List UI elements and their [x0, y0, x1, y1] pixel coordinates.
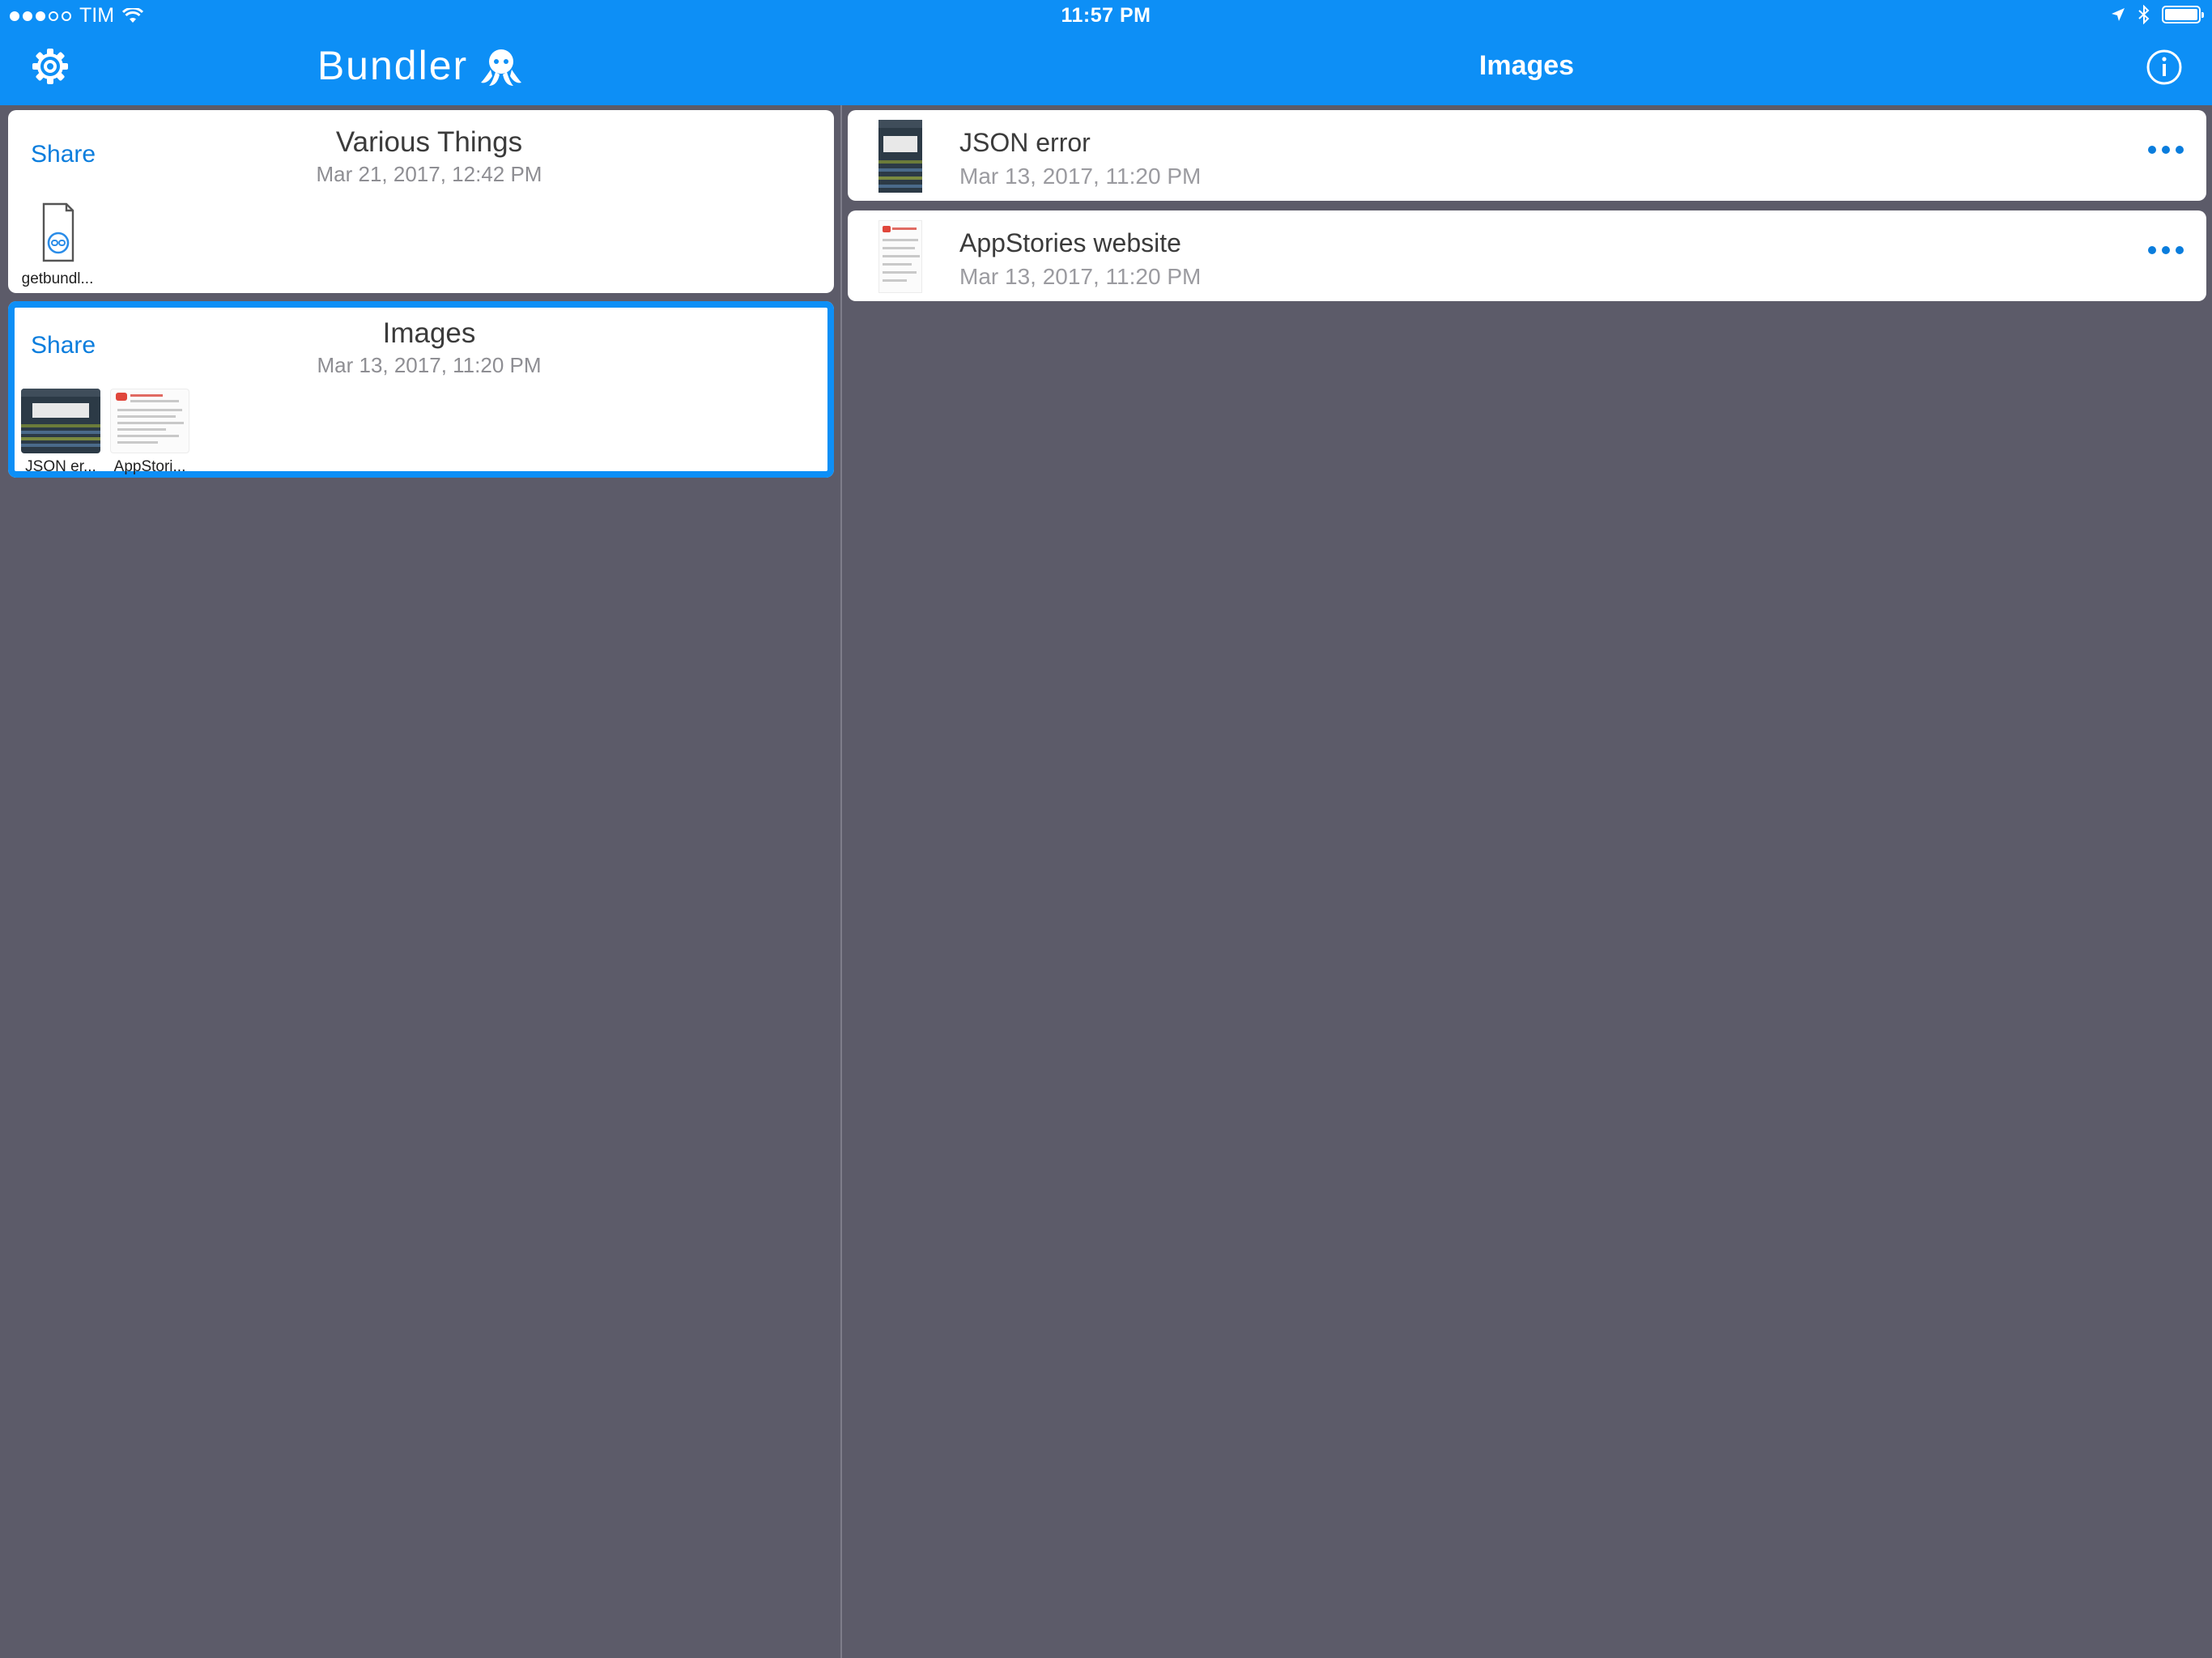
octopus-logo-icon: [481, 49, 522, 86]
detail-navbar: Images: [841, 32, 2212, 105]
image-thumbnail: [21, 389, 100, 453]
bundle-item[interactable]: AppStori...: [108, 389, 191, 476]
bundle-card[interactable]: Share Various Things Mar 21, 2017, 12:42…: [8, 110, 834, 293]
link-file-icon: [42, 202, 74, 262]
bundle-title: Various Things: [335, 126, 523, 158]
bundle-item-label: getbundl...: [21, 270, 94, 287]
top-bar: TIM 11:57 PM Bundler Images: [0, 0, 2212, 105]
item-date: Mar 13, 2017, 11:20 PM: [959, 164, 1202, 189]
status-right: [2110, 5, 2204, 24]
bundle-item-label: AppStori...: [113, 458, 186, 475]
item-name: JSON error: [959, 128, 1091, 157]
bundle-item-label: JSON er...: [25, 458, 96, 475]
detail-title: Images: [1478, 50, 1575, 81]
bundle-items: getbundl...: [16, 201, 99, 288]
battery-icon: [2162, 6, 2204, 23]
bundle-item[interactable]: JSON er...: [19, 389, 102, 476]
app-title: Bundler: [0, 42, 840, 89]
bundle-card-selected[interactable]: Share Images Mar 13, 2017, 11:20 PM JSON…: [8, 301, 834, 478]
item-thumbnail: [878, 120, 922, 193]
more-options-icon[interactable]: [2148, 246, 2184, 254]
detail-list: JSON error Mar 13, 2017, 11:20 PM AppSto…: [842, 105, 2212, 1658]
bundle-items: JSON er... AppStori...: [19, 389, 191, 476]
item-date: Mar 13, 2017, 11:20 PM: [959, 264, 1202, 289]
bundle-title: Images: [382, 317, 476, 349]
image-thumbnail: [110, 389, 189, 453]
bundle-item[interactable]: getbundl...: [16, 201, 99, 288]
list-item[interactable]: AppStories website Mar 13, 2017, 11:20 P…: [848, 210, 2206, 301]
bundle-date: Mar 21, 2017, 12:42 PM: [316, 162, 542, 186]
status-bar: TIM 11:57 PM: [0, 0, 2212, 32]
sidebar-navbar: Bundler: [0, 32, 840, 105]
info-icon[interactable]: [2146, 49, 2183, 86]
location-arrow-icon: [2112, 8, 2125, 21]
item-thumbnail: [878, 220, 922, 293]
more-options-icon[interactable]: [2148, 146, 2184, 154]
bundle-date: Mar 13, 2017, 11:20 PM: [317, 353, 542, 377]
bluetooth-icon: [2138, 5, 2150, 24]
item-name: AppStories website: [959, 228, 1181, 257]
status-time: 11:57 PM: [1061, 4, 1151, 27]
list-item[interactable]: JSON error Mar 13, 2017, 11:20 PM: [848, 110, 2206, 201]
bundle-list: Share Various Things Mar 21, 2017, 12:42…: [0, 105, 840, 1658]
app-title-text: Bundler: [317, 43, 469, 88]
